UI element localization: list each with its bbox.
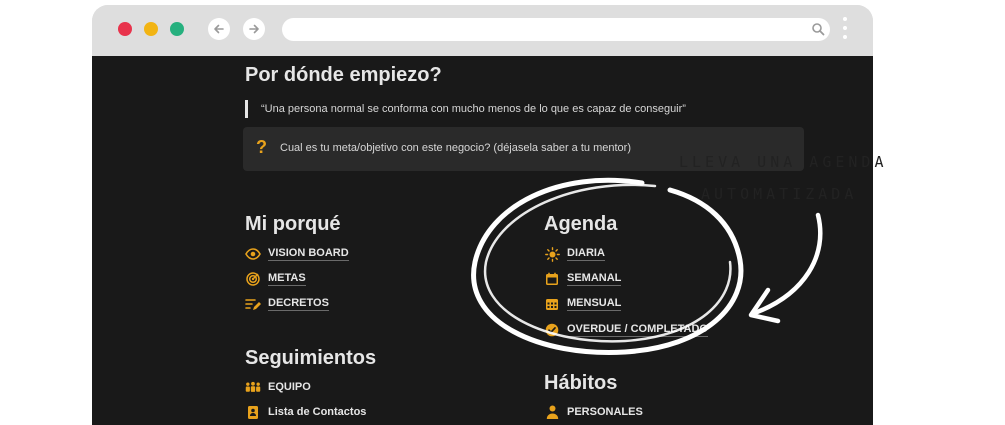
page-title: Por dónde empiezo? [245,64,442,86]
link-label: DECRETOS [268,297,329,311]
back-button[interactable] [208,18,230,40]
link-label: SEMANAL [567,272,622,286]
link-mensual[interactable]: MENSUAL [544,295,622,313]
target-icon [245,271,261,287]
menu-kebab-icon[interactable] [842,17,848,43]
mi-porque-heading: Mi porqué [245,213,341,235]
address-bar[interactable] [282,18,830,41]
minimize-window-button[interactable] [144,22,158,36]
quote-block: “Una persona normal se conforma con much… [245,100,686,118]
link-personales[interactable]: PERSONALES [544,403,643,421]
link-label: METAS [268,272,306,286]
close-window-button[interactable] [118,22,132,36]
link-label: EQUIPO [268,380,311,393]
link-label: DIARIA [567,247,605,261]
search-icon[interactable] [811,22,825,41]
maximize-window-button[interactable] [170,22,184,36]
habitos-heading: Hábitos [544,372,618,394]
question-icon: ? [256,137,267,157]
link-label: Lista de Contactos [268,405,367,418]
browser-window: Por dónde empiezo? “Una persona normal s… [92,5,873,425]
arrow-left-icon [214,24,224,34]
link-semanal[interactable]: SEMANAL [544,270,622,288]
link-overdue-completado[interactable]: OVERDUE / COMPLETADO [544,321,708,339]
agenda-heading: Agenda [544,213,618,235]
link-decretos[interactable]: DECRETOS [245,295,329,313]
check-circle-icon [544,322,560,338]
link-label: PERSONALES [567,405,643,418]
link-label: VISION BOARD [268,247,349,261]
link-diaria[interactable]: DIARIA [544,245,605,263]
contacts-icon [245,404,261,420]
calendar-icon [544,271,560,287]
write-list-icon [245,296,261,312]
page-content: Por dónde empiezo? “Una persona normal s… [92,56,873,425]
forward-button[interactable] [243,18,265,40]
annotation-line-1: LLEVA UNA AGENDA [679,153,888,171]
eye-icon [245,246,261,262]
annotation-line-2: AUTOMATIZADA [701,185,858,203]
team-icon [245,379,261,395]
link-lista-de-contactos[interactable]: Lista de Contactos [245,403,366,421]
link-label: OVERDUE / COMPLETADO [567,323,708,337]
browser-titlebar [92,5,873,56]
sun-icon [544,246,560,262]
callout-text: Cual es tu meta/objetivo con este negoci… [280,142,631,154]
link-equipo[interactable]: EQUIPO [245,378,311,396]
link-label: MENSUAL [567,297,622,311]
person-icon [544,404,560,420]
arrow-right-icon [249,24,259,34]
calendar-grid-icon [544,296,560,312]
seguimientos-heading: Seguimientos [245,347,377,369]
link-vision-board[interactable]: VISION BOARD [245,245,349,263]
link-metas[interactable]: METAS [245,270,306,288]
